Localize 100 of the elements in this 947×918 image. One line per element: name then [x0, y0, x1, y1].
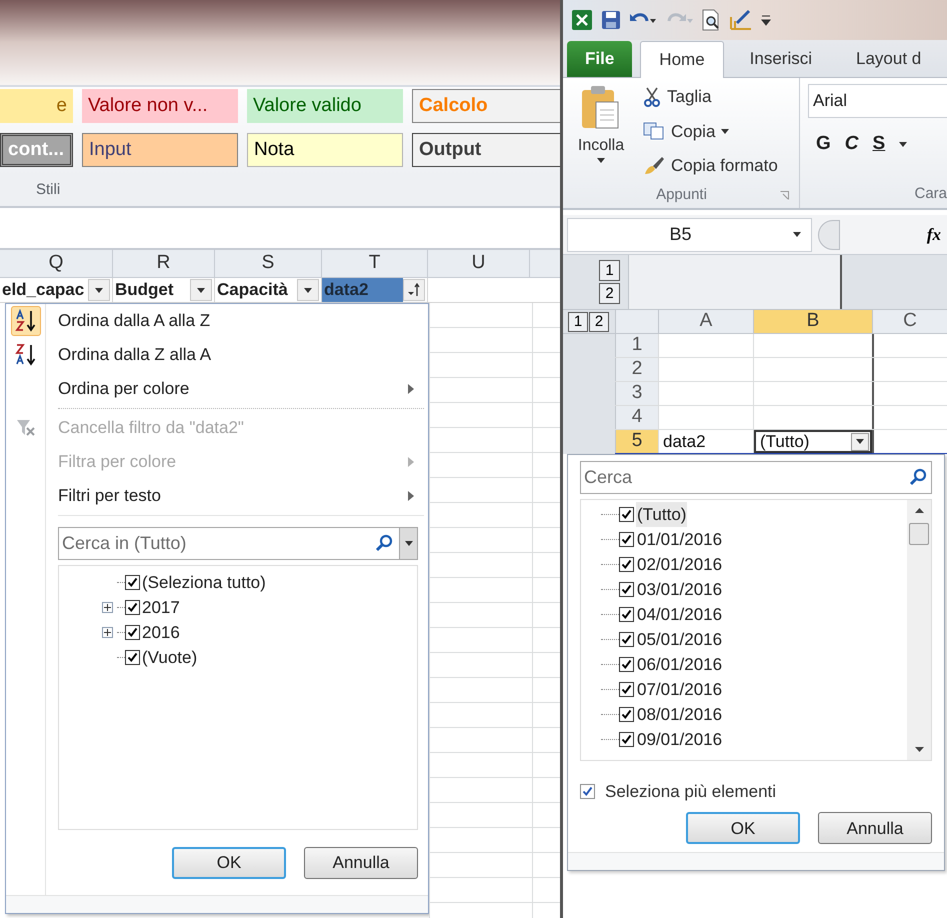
- copy-button[interactable]: Copia: [643, 118, 778, 144]
- list-item[interactable]: 04/01/2016: [636, 602, 724, 628]
- font-style-button[interactable]: C: [844, 130, 859, 158]
- dropdown-caret-icon: [197, 288, 205, 292]
- list-item[interactable]: 09/01/2016: [636, 726, 724, 752]
- column-header[interactable]: Q: [0, 250, 113, 277]
- checkbox[interactable]: [125, 650, 140, 665]
- column-header[interactable]: R: [113, 250, 215, 277]
- list-item[interactable]: 07/01/2016: [636, 676, 724, 702]
- scrollbar[interactable]: [907, 500, 931, 760]
- cell-style-swatch[interactable]: Valore valido: [247, 89, 403, 123]
- dialog-button[interactable]: Annulla: [304, 846, 418, 878]
- header-cell-text: Capacità: [216, 279, 289, 302]
- list-item[interactable]: 02/01/2016: [636, 552, 724, 578]
- outline-level-button[interactable]: 1: [568, 312, 588, 332]
- row-header[interactable]: 4: [615, 406, 658, 429]
- checkbox[interactable]: [619, 657, 634, 672]
- checkbox[interactable]: [125, 575, 140, 590]
- checkbox[interactable]: [619, 582, 634, 597]
- column-header[interactable]: B: [753, 310, 872, 333]
- list-item[interactable]: 05/01/2016: [636, 626, 724, 652]
- expand-toggle[interactable]: [102, 627, 112, 638]
- cell-style-swatch[interactable]: Input: [82, 133, 238, 167]
- checkbox[interactable]: [619, 707, 634, 722]
- column-header[interactable]: A: [658, 310, 753, 333]
- checkbox-label[interactable]: Seleziona più elementi: [605, 779, 776, 804]
- checkbox[interactable]: [125, 600, 140, 615]
- spreadsheet-app-icon[interactable]: [571, 9, 593, 31]
- menu-item[interactable]: Ordina per colore: [58, 372, 428, 406]
- search-field[interactable]: Cerca: [580, 461, 932, 494]
- filter-dropdown-button[interactable]: [297, 279, 319, 301]
- row-header[interactable]: 2: [615, 358, 658, 381]
- scrollbar-thumb[interactable]: [909, 523, 929, 545]
- cell-style-swatch[interactable]: e: [0, 89, 73, 123]
- search-field[interactable]: Cerca in (Tutto): [58, 527, 418, 560]
- row-header[interactable]: 5: [615, 430, 658, 453]
- search-options-button[interactable]: [399, 528, 417, 559]
- table-cell[interactable]: data2: [659, 430, 753, 453]
- dialog-button[interactable]: Annulla: [818, 812, 932, 844]
- ribbon-tab[interactable]: Layout d: [838, 41, 940, 77]
- dialog-button[interactable]: OK: [686, 812, 800, 844]
- menu-item[interactable]: Ordina dalla Z alla A: [58, 338, 428, 372]
- paste-caret-icon: [597, 158, 605, 163]
- column-header[interactable]: U: [428, 250, 530, 277]
- column-header[interactable]: C: [872, 310, 947, 333]
- column-header[interactable]: T: [322, 250, 428, 277]
- outline-level-button[interactable]: 2: [599, 283, 620, 304]
- checkbox[interactable]: [619, 732, 634, 747]
- ribbon-tab[interactable]: File: [567, 41, 632, 77]
- table-cell[interactable]: (Tutto): [754, 430, 872, 453]
- paste-button[interactable]: Incolla: [571, 84, 631, 182]
- list-item[interactable]: 08/01/2016: [636, 702, 724, 728]
- checkbox[interactable]: [619, 682, 634, 697]
- ribbon-tab[interactable]: Home: [640, 41, 724, 78]
- insert-function-button[interactable]: fx: [926, 222, 941, 248]
- outline-level-button[interactable]: 2: [589, 312, 609, 332]
- menu-item[interactable]: Filtri per testo: [58, 479, 428, 513]
- list-item[interactable]: 01/01/2016: [636, 526, 724, 552]
- list-item[interactable]: (Tutto): [636, 502, 688, 528]
- filter-dropdown-button[interactable]: [190, 279, 212, 301]
- menu-item[interactable]: Ordina dalla A alla Z: [58, 304, 428, 338]
- list-item[interactable]: 03/01/2016: [636, 576, 724, 602]
- customize-toolbar-icon[interactable]: [761, 13, 771, 27]
- chart-edit-icon[interactable]: [729, 9, 753, 31]
- print-preview-icon[interactable]: [701, 9, 721, 31]
- save-icon[interactable]: [601, 10, 621, 30]
- list-item[interactable]: 2016: [142, 620, 180, 646]
- cell-style-swatch[interactable]: Nota: [247, 133, 403, 167]
- checkbox[interactable]: [125, 625, 140, 640]
- scroll-down-icon[interactable]: [914, 747, 924, 752]
- name-box[interactable]: B5: [567, 218, 812, 252]
- expand-toggle[interactable]: [102, 602, 112, 613]
- list-item[interactable]: (Vuote): [142, 644, 198, 670]
- column-header[interactable]: S: [215, 250, 322, 277]
- font-style-button[interactable]: S: [872, 130, 886, 158]
- ribbon-tab[interactable]: Inserisci: [732, 41, 830, 77]
- list-item[interactable]: 06/01/2016: [636, 652, 724, 678]
- font-name-field[interactable]: Arial: [808, 84, 947, 118]
- row-header[interactable]: 3: [615, 382, 658, 405]
- outline-level-button[interactable]: 1: [599, 260, 620, 281]
- filter-dropdown-button[interactable]: [88, 279, 110, 301]
- row-header[interactable]: 1: [615, 334, 658, 357]
- filter-dropdown-button[interactable]: [403, 279, 425, 301]
- checkbox[interactable]: [619, 532, 634, 547]
- list-item[interactable]: 2017: [142, 594, 180, 620]
- list-item[interactable]: (Seleziona tutto): [142, 570, 266, 596]
- dialog-button[interactable]: OK: [172, 846, 286, 878]
- checkbox[interactable]: [619, 607, 634, 622]
- checkbox[interactable]: [619, 557, 634, 572]
- checkbox[interactable]: [580, 784, 595, 800]
- cell-style-swatch[interactable]: Output: [412, 133, 560, 167]
- scissors-icon: [643, 86, 661, 107]
- group-label: Stili: [36, 180, 60, 200]
- checkbox[interactable]: [619, 507, 634, 522]
- format-painter-button[interactable]: Copia formato: [643, 153, 778, 178]
- cell-style-swatch[interactable]: Valore non v...: [82, 89, 238, 123]
- font-style-button[interactable]: G: [816, 130, 831, 158]
- cut-button[interactable]: Taglia: [643, 84, 778, 110]
- scroll-up-icon[interactable]: [914, 508, 924, 513]
- checkbox[interactable]: [619, 632, 634, 647]
